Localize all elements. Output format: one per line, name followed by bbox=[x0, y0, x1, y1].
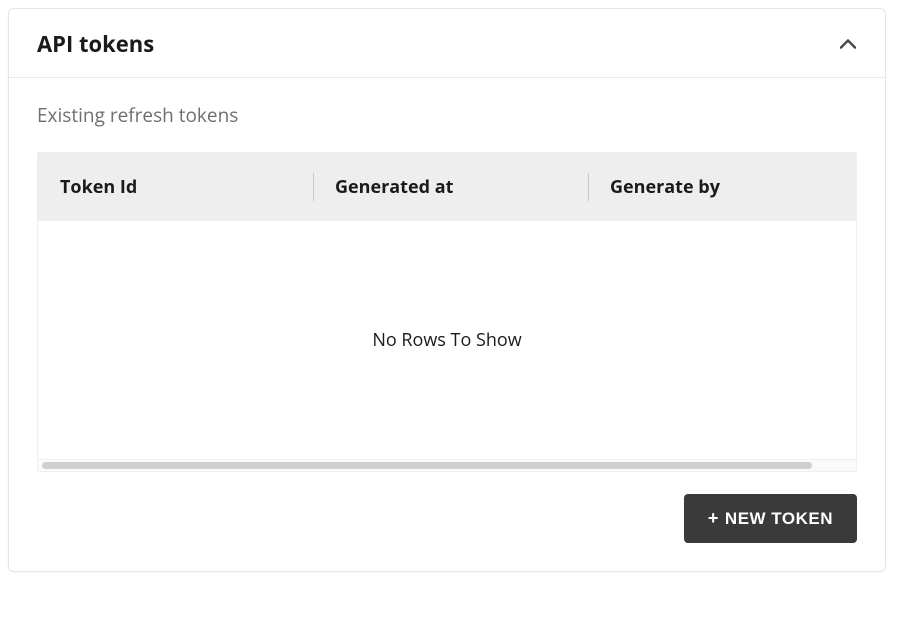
panel-header[interactable]: API tokens bbox=[9, 9, 885, 78]
plus-icon: + bbox=[708, 508, 719, 529]
panel-title: API tokens bbox=[37, 29, 154, 59]
horizontal-scrollbar[interactable] bbox=[38, 459, 856, 471]
column-header-label: Token Id bbox=[60, 175, 137, 199]
column-header-generated-at[interactable]: Generated at bbox=[313, 167, 588, 207]
table-body: No Rows To Show bbox=[38, 221, 856, 459]
panel-footer: + NEW TOKEN bbox=[37, 494, 857, 543]
chevron-up-icon bbox=[839, 35, 857, 53]
table-header-row: Token Id Generated at Generate by bbox=[38, 153, 856, 221]
tokens-table: Token Id Generated at Generate by No Row… bbox=[37, 152, 857, 472]
api-tokens-panel: API tokens Existing refresh tokens Token… bbox=[8, 8, 886, 572]
scrollbar-thumb[interactable] bbox=[42, 462, 812, 469]
new-token-button-label: NEW TOKEN bbox=[725, 509, 833, 529]
new-token-button[interactable]: + NEW TOKEN bbox=[684, 494, 857, 543]
column-header-generate-by[interactable]: Generate by bbox=[588, 167, 843, 207]
column-header-label: Generate by bbox=[610, 175, 720, 199]
panel-body: Existing refresh tokens Token Id Generat… bbox=[9, 78, 885, 571]
empty-state-message: No Rows To Show bbox=[372, 328, 521, 352]
column-header-label: Generated at bbox=[335, 175, 453, 199]
column-header-token-id[interactable]: Token Id bbox=[38, 167, 313, 207]
tokens-subtitle: Existing refresh tokens bbox=[37, 102, 857, 128]
